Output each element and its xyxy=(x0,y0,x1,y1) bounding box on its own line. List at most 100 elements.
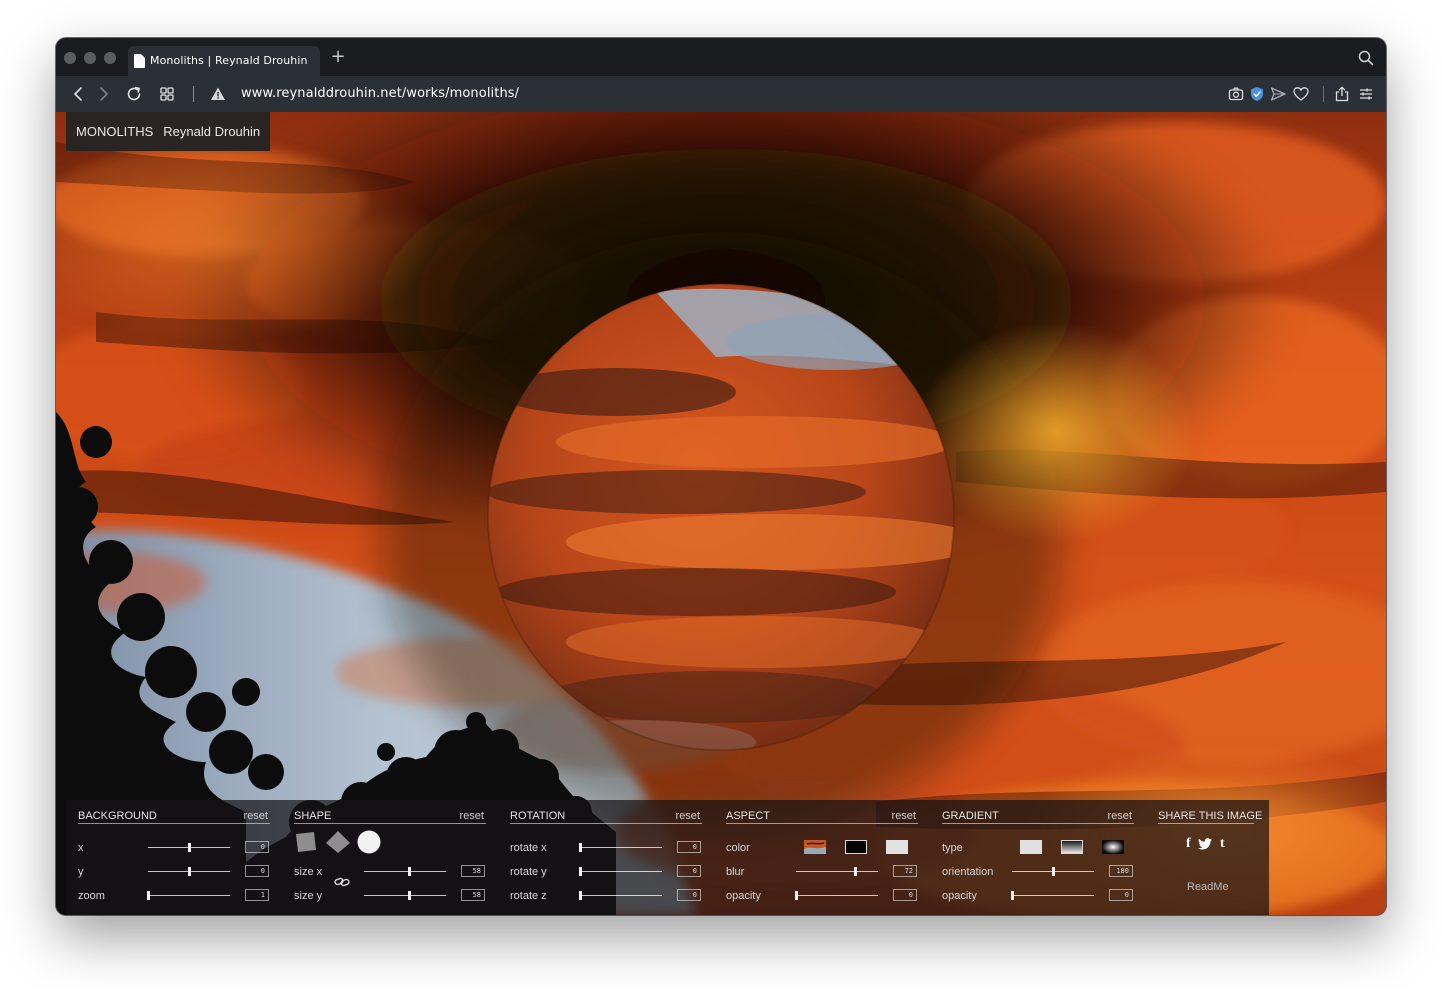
section-title: ASPECT xyxy=(726,810,771,822)
rotate-z-slider[interactable] xyxy=(579,890,662,902)
slider-thumb[interactable] xyxy=(795,891,798,900)
back-arrow-icon[interactable] xyxy=(70,85,88,103)
site-title[interactable]: MONOLITHS xyxy=(76,124,153,139)
shape-size-x-slider[interactable] xyxy=(364,866,446,878)
shape-section: SHAPE reset size x 58 size y 58 xyxy=(292,800,498,915)
control-label: rotate y xyxy=(510,866,547,878)
share-icon[interactable] xyxy=(1333,85,1351,103)
toolbar-divider xyxy=(1323,86,1324,102)
rotate-x-value[interactable]: 0 xyxy=(677,841,701,853)
section-header: ASPECT reset xyxy=(726,810,918,824)
square-shape-icon[interactable] xyxy=(294,830,318,854)
new-tab-button[interactable]: + xyxy=(328,47,348,67)
background-y-value[interactable]: 0 xyxy=(245,865,269,877)
rotate-x-slider[interactable] xyxy=(579,842,662,854)
section-title: GRADIENT xyxy=(942,810,999,822)
sunset-sky-image xyxy=(56,112,1386,915)
section-title: ROTATION xyxy=(510,810,566,822)
slider-thumb[interactable] xyxy=(579,891,582,900)
color-image-swatch[interactable] xyxy=(804,840,826,854)
slider-thumb[interactable] xyxy=(1011,891,1014,900)
url-field[interactable]: www.reynalddrouhin.net/works/monoliths/ xyxy=(241,86,519,101)
slider-thumb[interactable] xyxy=(1052,867,1055,876)
slider-thumb[interactable] xyxy=(408,867,412,876)
background-section: BACKGROUND reset x 0 y 0 zoom 1 xyxy=(76,800,282,915)
facebook-icon[interactable]: f xyxy=(1186,837,1191,851)
slider-thumb[interactable] xyxy=(147,891,150,900)
slider-track xyxy=(364,871,446,872)
slider-thumb[interactable] xyxy=(408,891,412,900)
camera-icon[interactable] xyxy=(1227,85,1245,103)
shape-size-y-slider[interactable] xyxy=(364,890,446,902)
rotation-reset-button[interactable]: reset xyxy=(676,810,700,822)
aspect-opacity-value[interactable]: 0 xyxy=(893,889,917,901)
slider-thumb[interactable] xyxy=(579,867,582,876)
diamond-shape-icon[interactable] xyxy=(325,830,351,854)
settings-sliders-icon[interactable] xyxy=(1357,85,1375,103)
background-zoom-value[interactable]: 1 xyxy=(245,889,269,901)
gradient-section: GRADIENT reset type orientation 180 opac… xyxy=(940,800,1146,915)
control-label: y xyxy=(78,866,84,878)
orientation-slider[interactable] xyxy=(1012,866,1094,878)
search-icon[interactable] xyxy=(1358,50,1374,66)
slider-thumb[interactable] xyxy=(188,843,191,852)
orientation-value[interactable]: 180 xyxy=(1109,865,1133,877)
minimize-window-button[interactable] xyxy=(84,52,96,64)
control-label: rotate z xyxy=(510,890,547,902)
toolbar-divider xyxy=(193,86,194,102)
aspect-opacity-slider[interactable] xyxy=(795,890,878,902)
rotate-z-value[interactable]: 0 xyxy=(677,889,701,901)
control-label: size y xyxy=(294,890,323,902)
forward-arrow-icon[interactable] xyxy=(94,85,112,103)
slider-thumb[interactable] xyxy=(854,867,858,876)
tab-grid-icon[interactable] xyxy=(158,85,176,103)
background-zoom-slider[interactable] xyxy=(147,890,230,902)
background-x-slider[interactable] xyxy=(148,842,230,854)
gradient-opacity-value[interactable]: 0 xyxy=(1109,889,1133,901)
blur-value[interactable]: 72 xyxy=(893,865,917,877)
control-panel: BACKGROUND reset x 0 y 0 zoom 1 SHAPE re… xyxy=(66,800,1269,915)
shape-reset-button[interactable]: reset xyxy=(460,810,484,822)
circle-shape-icon[interactable] xyxy=(357,830,381,854)
close-window-button[interactable] xyxy=(64,52,76,64)
aspect-reset-button[interactable]: reset xyxy=(892,810,916,822)
rotate-y-value[interactable]: 0 xyxy=(677,865,701,877)
color-black-swatch[interactable] xyxy=(845,840,867,854)
twitter-icon[interactable] xyxy=(1198,838,1212,850)
slider-thumb[interactable] xyxy=(579,843,582,852)
slider-track xyxy=(364,895,446,896)
slider-thumb[interactable] xyxy=(188,867,191,876)
section-header: BACKGROUND reset xyxy=(78,810,270,824)
gradient-radial-swatch[interactable] xyxy=(1102,840,1124,854)
gradient-reset-button[interactable]: reset xyxy=(1108,810,1132,822)
heart-icon[interactable] xyxy=(1292,85,1310,103)
slider-track xyxy=(580,847,662,848)
section-header: SHAPE reset xyxy=(294,810,486,824)
control-label: blur xyxy=(726,866,745,878)
rotate-y-slider[interactable] xyxy=(579,866,662,878)
blur-slider[interactable] xyxy=(796,866,878,878)
reload-icon[interactable] xyxy=(125,85,143,103)
shield-check-icon[interactable] xyxy=(1248,85,1266,103)
site-author[interactable]: Reynald Drouhin xyxy=(163,124,260,139)
warning-icon[interactable] xyxy=(209,85,227,103)
section-header: ROTATION reset xyxy=(510,810,702,824)
send-icon[interactable] xyxy=(1269,85,1287,103)
shape-size-x-value[interactable]: 58 xyxy=(461,865,485,877)
tumblr-icon[interactable]: t xyxy=(1220,837,1225,851)
control-label: size x xyxy=(294,866,323,878)
color-white-swatch[interactable] xyxy=(886,840,908,854)
link-chain-icon[interactable] xyxy=(334,876,350,888)
shape-size-y-value[interactable]: 58 xyxy=(461,889,485,901)
gradient-flat-swatch[interactable] xyxy=(1020,840,1042,854)
readme-link[interactable]: ReadMe xyxy=(1187,881,1229,893)
background-reset-button[interactable]: reset xyxy=(244,810,268,822)
section-header: GRADIENT reset xyxy=(942,810,1134,824)
background-x-value[interactable]: 0 xyxy=(245,841,269,853)
zoom-window-button[interactable] xyxy=(104,52,116,64)
gradient-opacity-slider[interactable] xyxy=(1011,890,1094,902)
slider-track xyxy=(580,871,662,872)
browser-tab[interactable]: Monoliths | Reynald Drouhin xyxy=(128,46,320,76)
gradient-linear-swatch[interactable] xyxy=(1061,840,1083,854)
background-y-slider[interactable] xyxy=(148,866,230,878)
